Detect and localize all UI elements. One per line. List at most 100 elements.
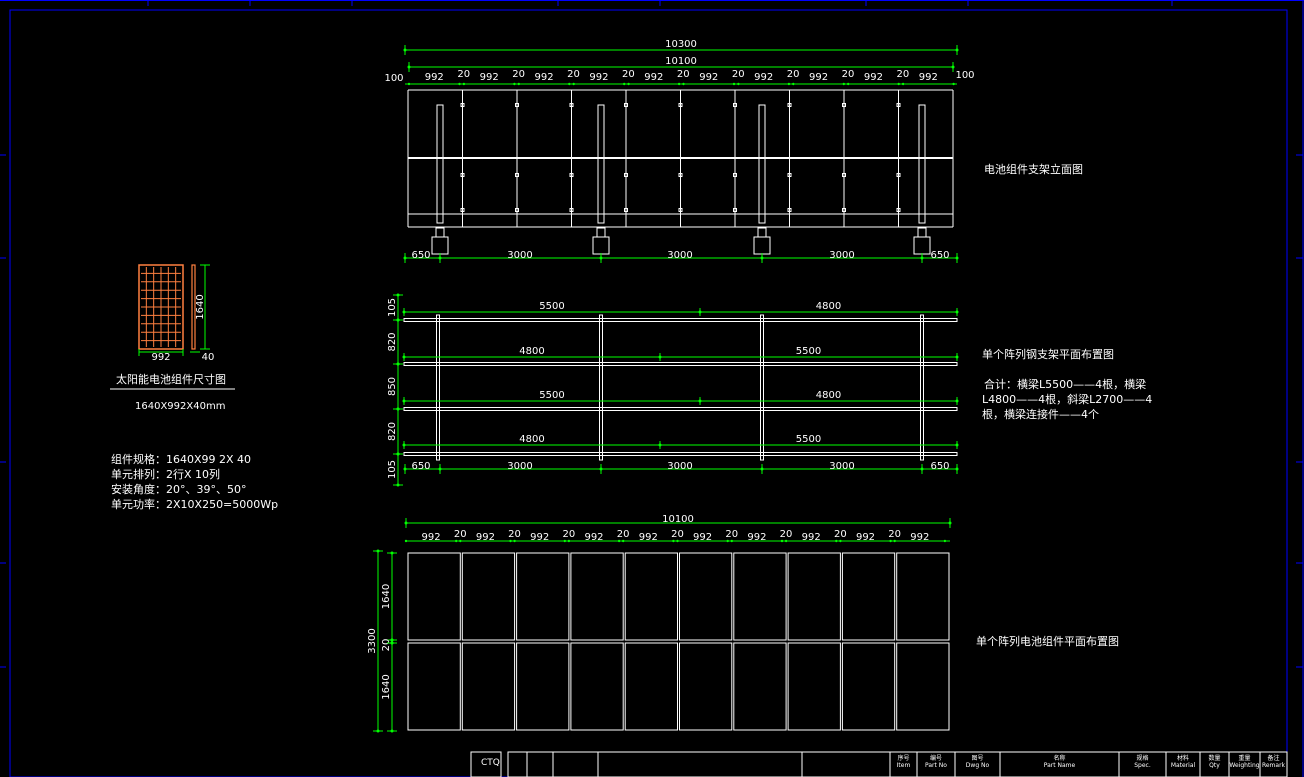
pv-panel	[516, 642, 570, 731]
dim-dot	[787, 82, 791, 86]
dim-label: 3000	[829, 250, 854, 261]
pv-panel	[461, 642, 516, 731]
dim-dot	[402, 310, 406, 314]
dim-dot	[658, 443, 662, 447]
dim-dot	[396, 407, 400, 411]
dim-dot	[568, 82, 571, 86]
dim-dot	[455, 539, 458, 543]
dim-dot	[943, 539, 947, 543]
support-post	[758, 104, 766, 224]
pv-panel	[516, 552, 570, 641]
dim-label: 3000	[667, 461, 692, 472]
dim-dot	[572, 82, 575, 86]
tb-col-cn: 名称	[1053, 755, 1066, 762]
dim-label: 5500	[796, 346, 821, 357]
post-base	[596, 227, 606, 238]
dim-dot	[390, 729, 394, 733]
dim-dot	[623, 82, 626, 86]
dim-dot	[627, 82, 630, 86]
dim-dot	[438, 256, 442, 260]
module-spec-2: 单元排列：2行X 10列	[111, 468, 221, 481]
dim-label: 992	[151, 352, 170, 363]
dim-dot	[732, 82, 736, 86]
tb-col-en: Part Name	[1043, 762, 1076, 769]
dim-dot	[792, 82, 795, 86]
dim-dot	[698, 310, 702, 314]
dim-dot	[599, 256, 603, 260]
dim-label: 992	[856, 532, 875, 543]
tb-col-en: Remark	[1261, 762, 1286, 769]
dim-dot	[839, 539, 842, 543]
dim-dot	[951, 65, 955, 69]
dim-label: 650	[411, 461, 430, 472]
post-base	[917, 227, 927, 238]
dim-label: 3000	[507, 461, 532, 472]
dim-dot	[737, 82, 740, 86]
pv-panel	[733, 552, 787, 641]
tb-col-cn: 序号	[897, 755, 910, 762]
tb-col-en: Weighting	[1229, 762, 1260, 769]
dim-label: 4800	[519, 434, 544, 445]
module-caption: 太阳能电池组件尺寸图	[116, 373, 226, 386]
dim-dot	[955, 467, 959, 471]
dim-label: 992	[693, 532, 712, 543]
dim-label: 100	[955, 70, 974, 81]
dim-dot	[402, 355, 406, 359]
dim-dot	[390, 641, 394, 645]
dim-dot	[889, 539, 892, 543]
dim-label: 992	[530, 532, 549, 543]
dim-dot	[404, 521, 408, 525]
dim-label: 20	[457, 69, 470, 80]
dim-label: 20	[381, 639, 392, 652]
tb-col-cn: 材料	[1176, 755, 1189, 762]
dim-label: 992	[910, 532, 929, 543]
dim-dot	[955, 443, 959, 447]
pv-panel	[896, 552, 950, 641]
dim-dot	[760, 256, 764, 260]
dim-dot	[955, 399, 959, 403]
dim-label: 5500	[539, 390, 564, 401]
post-base	[435, 227, 445, 238]
tb-col-en: Qty	[1209, 762, 1220, 769]
title-block-column-part-no: 编号 Part No	[917, 755, 955, 769]
dim-dot	[403, 256, 407, 260]
dim-dot	[403, 467, 407, 471]
dim-dot	[396, 362, 400, 366]
dim-label: 992	[425, 72, 444, 83]
dim-label: 20	[725, 529, 738, 540]
dim-label: 3300	[367, 628, 378, 653]
dim-label: 100	[384, 73, 403, 84]
dim-dot	[563, 539, 566, 543]
dim-dot	[617, 539, 621, 543]
dim-dot	[897, 82, 900, 86]
dim-dot	[459, 539, 462, 543]
dim-dot	[955, 48, 959, 52]
diagonal-beam	[920, 314, 924, 461]
diagonal-beam	[599, 314, 603, 461]
dim-dot	[567, 539, 571, 543]
dim-label: 20	[671, 529, 684, 540]
dim-label: 4800	[816, 301, 841, 312]
dim-label: 1640	[381, 584, 392, 609]
dim-dot	[390, 551, 394, 555]
pv-panel	[570, 552, 624, 641]
tb-col-en: Dwg No	[965, 762, 990, 769]
title-block-column-item: 序号 Item	[890, 755, 917, 769]
dim-dot	[658, 355, 662, 359]
dim-dot	[948, 521, 952, 525]
dim-dot	[672, 539, 675, 543]
dim-label: 650	[930, 461, 949, 472]
dim-dot	[376, 729, 380, 733]
dim-label: 20	[897, 69, 910, 80]
dim-dot	[403, 48, 407, 52]
dim-dot	[622, 539, 625, 543]
dim-label: 992	[480, 72, 499, 83]
dim-label: 1640	[381, 674, 392, 699]
cross-beam	[403, 452, 958, 456]
dim-label: 992	[802, 532, 821, 543]
plan-view	[403, 314, 958, 461]
dim-dot	[677, 82, 681, 86]
dim-label: 1640	[195, 294, 206, 319]
diagonal-beam	[436, 314, 440, 461]
post-base	[757, 227, 767, 238]
